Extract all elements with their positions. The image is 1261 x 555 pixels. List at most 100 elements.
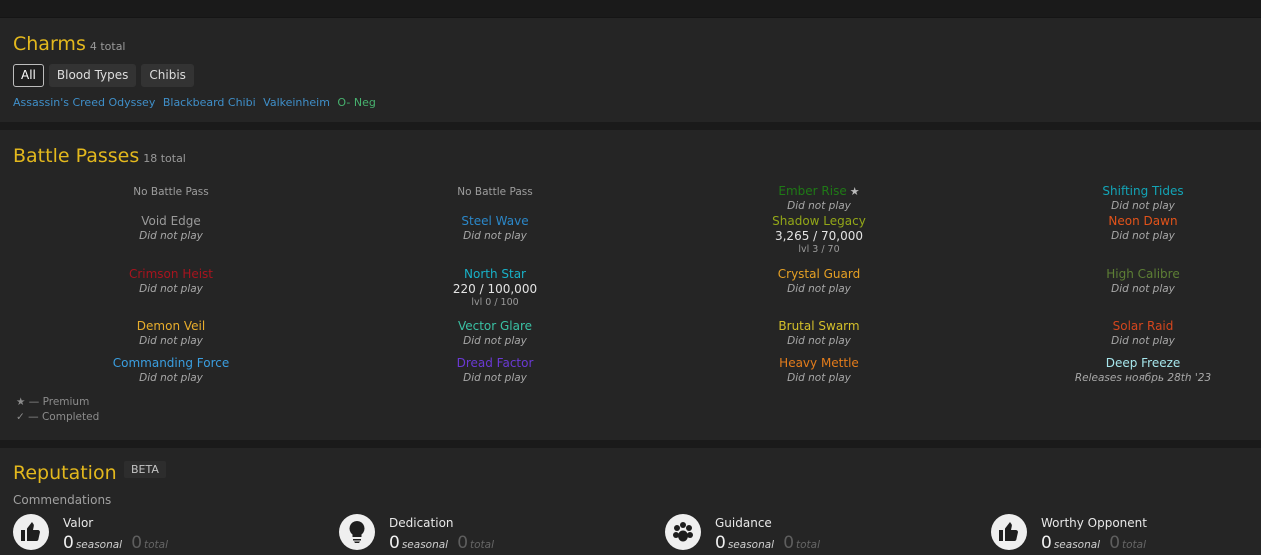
battle-pass-name-text: Solar Raid (1112, 319, 1174, 333)
battle-pass-item[interactable]: Demon Veil Did not play (26, 319, 316, 348)
battle-pass-name-text: Commanding Force (112, 356, 230, 370)
battle-pass-status: Did not play (139, 230, 203, 242)
battle-pass-name[interactable]: Deep Freeze (998, 356, 1261, 371)
battle-pass-item[interactable]: North Star 220 / 100,000 lvl 0 / 100 (350, 267, 640, 309)
battle-pass-status: Did not play (463, 230, 527, 242)
battle-pass-status: Did not play (139, 335, 203, 347)
charm-filter-group: All Blood Types Chibis (13, 64, 194, 87)
no-battle-pass-text: No Battle Pass (133, 186, 209, 198)
battle-pass-name[interactable]: Commanding Force (26, 356, 316, 371)
total-value: 0 (783, 533, 795, 553)
commendations-subhead: Commendations (13, 493, 112, 507)
filter-chibis-button[interactable]: Chibis (141, 64, 194, 87)
battle-pass-level: lvl 0 / 100 (471, 297, 519, 308)
rep-label: Worthy Opponent (1041, 516, 1147, 530)
total-label: total (1122, 539, 1147, 551)
battle-pass-name[interactable]: Neon Dawn (998, 214, 1261, 229)
battle-pass-name[interactable]: Heavy Mettle (674, 356, 964, 371)
battle-pass-name[interactable]: Brutal Swarm (674, 319, 964, 334)
battle-pass-name-text: Void Edge (141, 214, 201, 228)
battle-pass-item[interactable]: Neon Dawn Did not play (998, 214, 1261, 243)
battle-pass-name-text: Demon Veil (136, 319, 206, 333)
charms-heading: Charms 4 total (13, 33, 126, 55)
battle-pass-status: Did not play (787, 372, 851, 384)
battle-pass-item[interactable]: Crimson Heist Did not play (26, 267, 316, 296)
battle-pass-status: Releases ноябрь 28th '23 (1074, 372, 1212, 384)
battle-pass-item[interactable]: High Calibre Did not play (998, 267, 1261, 296)
seasonal-label: seasonal (401, 539, 449, 551)
filter-all-button[interactable]: All (13, 64, 44, 87)
rep-label: Guidance (715, 516, 772, 530)
battle-pass-name[interactable]: High Calibre (998, 267, 1261, 282)
charm-list: Assassin's Creed Odyssey Blackbeard Chib… (13, 96, 380, 109)
battle-pass-status: Did not play (1111, 335, 1175, 347)
battle-pass-status: Did not play (463, 372, 527, 384)
rep-values: 0 seasonal 0 total (1041, 533, 1146, 553)
battle-pass-item[interactable]: Shifting Tides Did not play (998, 184, 1261, 213)
battle-pass-status: Did not play (463, 335, 527, 347)
battle-pass-item[interactable]: Heavy Mettle Did not play (674, 356, 964, 385)
battle-pass-status: Did not play (787, 200, 851, 212)
battle-pass-name-text: High Calibre (1106, 267, 1180, 281)
battle-pass-item[interactable]: Vector Glare Did not play (350, 319, 640, 348)
top-nav-bar (0, 0, 1261, 18)
battle-pass-item: No Battle Pass (350, 184, 640, 200)
battle-pass-name[interactable]: Shadow Legacy (674, 214, 964, 229)
battle-pass-status: Did not play (1111, 283, 1175, 295)
battle-pass-item[interactable]: Brutal Swarm Did not play (674, 319, 964, 348)
charms-count: 4 total (89, 40, 126, 53)
battle-pass-item[interactable]: Deep Freeze Releases ноябрь 28th '23 (998, 356, 1261, 385)
battle-pass-item: No Battle Pass (26, 184, 316, 200)
charm-link[interactable]: Blackbeard Chibi (163, 96, 256, 109)
battle-pass-name-text: Crimson Heist (128, 267, 214, 281)
battle-pass-progress: 3,265 / 70,000 (774, 229, 863, 243)
battle-pass-name[interactable]: Ember Rise ★ (674, 184, 964, 199)
seasonal-value: 0 (389, 533, 400, 553)
battle-pass-status: Did not play (1111, 200, 1175, 212)
charms-title: Charms (13, 33, 86, 55)
lightbulb-icon (339, 514, 375, 550)
battle-pass-item[interactable]: Ember Rise ★ Did not play (674, 184, 964, 213)
battle-pass-name[interactable]: North Star (350, 267, 640, 282)
battle-pass-name-text: Vector Glare (457, 319, 533, 333)
rep-values: 0 seasonal 0 total (63, 533, 168, 553)
charm-link[interactable]: Assassin's Creed Odyssey (13, 96, 155, 109)
total-label: total (470, 539, 495, 551)
battle-pass-name[interactable]: Void Edge (26, 214, 316, 229)
no-battle-pass-text: No Battle Pass (457, 186, 533, 198)
rep-label: Dedication (389, 516, 454, 530)
battle-pass-name[interactable]: Steel Wave (350, 214, 640, 229)
battle-pass-name[interactable]: Solar Raid (998, 319, 1261, 334)
filter-blood-types-button[interactable]: Blood Types (48, 64, 137, 87)
battle-pass-status: Did not play (787, 283, 851, 295)
seasonal-value: 0 (1041, 533, 1052, 553)
battle-pass-name-text: Deep Freeze (1105, 356, 1181, 370)
legend-premium: ★ — Premium (16, 396, 90, 408)
battle-pass-item[interactable]: Crystal Guard Did not play (674, 267, 964, 296)
battle-pass-item[interactable]: Dread Factor Did not play (350, 356, 640, 385)
battle-pass-item[interactable]: Shadow Legacy 3,265 / 70,000 lvl 3 / 70 (674, 214, 964, 256)
premium-star-icon: ★ (849, 185, 860, 198)
seasonal-value: 0 (715, 533, 726, 553)
battle-passes-heading: Battle Passes 18 total (13, 145, 186, 167)
seasonal-value: 0 (63, 533, 74, 553)
charm-link[interactable]: O- Neg (337, 96, 375, 109)
battle-pass-item[interactable]: Void Edge Did not play (26, 214, 316, 243)
thumbs-up-icon (13, 514, 49, 550)
seasonal-label: seasonal (1053, 539, 1101, 551)
rep-values: 0 seasonal 0 total (389, 533, 494, 553)
battle-pass-name[interactable]: Dread Factor (350, 356, 640, 371)
seasonal-label: seasonal (75, 539, 123, 551)
battle-pass-name[interactable]: Demon Veil (26, 319, 316, 334)
battle-pass-item[interactable]: Commanding Force Did not play (26, 356, 316, 385)
battle-pass-status: Did not play (1111, 230, 1175, 242)
charm-link[interactable]: Valkeinheim (263, 96, 330, 109)
battle-pass-name[interactable]: Crimson Heist (26, 267, 316, 282)
battle-pass-item[interactable]: Solar Raid Did not play (998, 319, 1261, 348)
battle-pass-item[interactable]: Steel Wave Did not play (350, 214, 640, 243)
battle-pass-name-text: Dread Factor (456, 356, 534, 370)
battle-pass-name[interactable]: Vector Glare (350, 319, 640, 334)
battle-pass-name[interactable]: Crystal Guard (674, 267, 964, 282)
battle-pass-name[interactable]: Shifting Tides (998, 184, 1261, 199)
battle-pass-name-text: Ember Rise (778, 184, 847, 198)
